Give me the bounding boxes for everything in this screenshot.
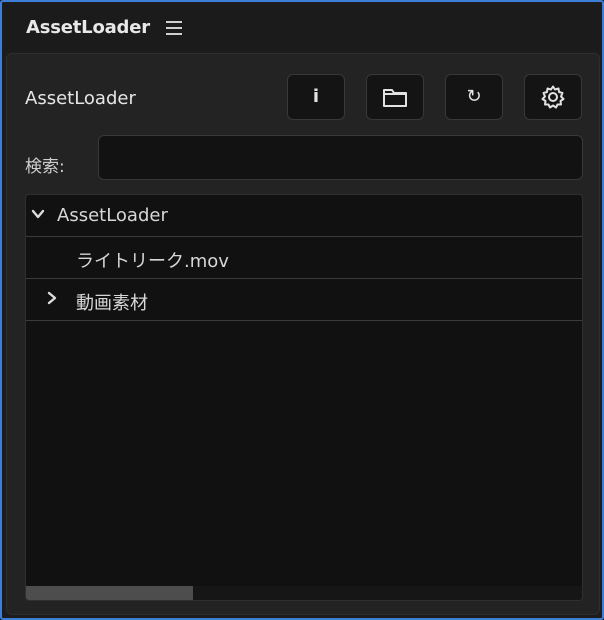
asset-tree: AssetLoader ライトリーク.mov 動画素材 [25,194,583,601]
settings-button[interactable] [524,74,582,120]
tree-row-root[interactable]: AssetLoader [26,195,582,237]
tree-row-file[interactable]: ライトリーク.mov [26,237,582,279]
horizontal-scrollbar[interactable] [26,586,582,600]
app-title: AssetLoader [25,88,136,109]
search-label: 検索: [25,157,65,177]
hamburger-menu-icon[interactable] [164,19,184,37]
panel-tab-title[interactable]: AssetLoader [26,17,150,38]
panel-tab-bar: AssetLoader [4,4,600,50]
search-input[interactable] [98,135,583,180]
refresh-icon: ↻ [466,86,482,107]
gear-icon [541,85,565,109]
chevron-right-icon[interactable] [44,290,60,306]
open-folder-button[interactable] [366,74,424,120]
folder-icon [383,89,407,107]
info-button[interactable]: i [287,74,345,120]
chevron-down-icon[interactable] [30,206,46,222]
tree-row-folder[interactable]: 動画素材 [26,279,582,321]
refresh-button[interactable]: ↻ [445,74,503,120]
tree-item-label: 動画素材 [76,293,148,314]
info-icon: i [312,86,320,107]
tree-item-label: ライトリーク.mov [76,251,229,272]
panel-body: AssetLoader i ↻ 検索: AssetLoader ライトリーク.m… [6,53,600,615]
header-row: AssetLoader i ↻ [7,54,599,134]
horizontal-scrollbar-thumb[interactable] [26,586,193,600]
panel-frame: AssetLoader AssetLoader i ↻ 検索: AssetLoa… [0,0,604,620]
tree-item-label: AssetLoader [57,205,168,226]
